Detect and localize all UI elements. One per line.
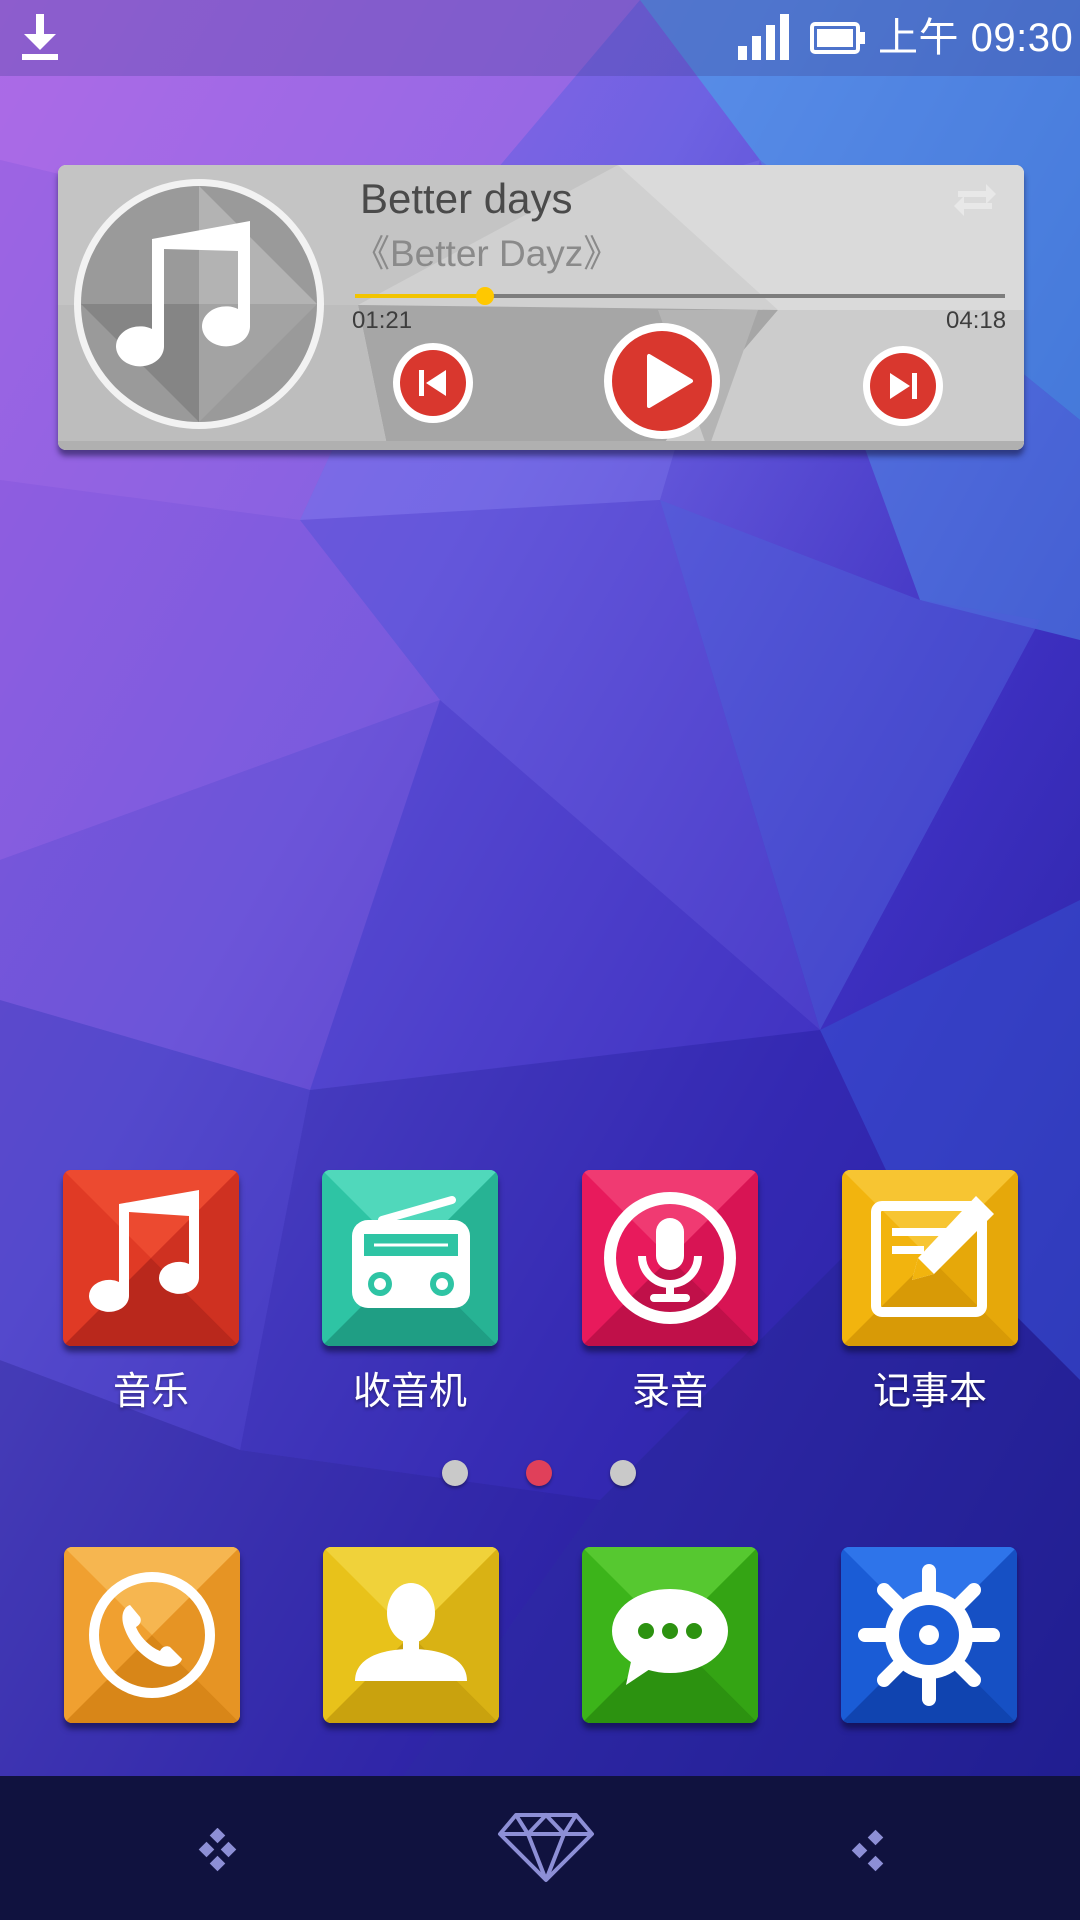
app-music[interactable]: 音乐 [63, 1170, 239, 1414]
app-music-tile[interactable] [63, 1170, 239, 1346]
app-notepad[interactable]: 记事本 [842, 1170, 1018, 1414]
skip-previous-button[interactable] [392, 342, 474, 424]
progress-thumb[interactable] [476, 287, 494, 305]
page-indicator [0, 1460, 1080, 1490]
status-clock: 上午 09:30 [878, 16, 1074, 60]
app-recorder-tile[interactable] [582, 1170, 758, 1346]
album-art [74, 179, 324, 429]
app-label: 记事本 [872, 1371, 987, 1413]
dock [0, 1547, 1080, 1727]
dock-messages[interactable] [582, 1547, 758, 1723]
back-dots-icon[interactable] [848, 1828, 892, 1872]
dock-settings-tile[interactable] [841, 1547, 1017, 1723]
music-player-widget[interactable]: Better days 《Better Dayz》 01:21 04:18 [58, 165, 1024, 450]
dock-contacts[interactable] [323, 1547, 499, 1723]
navigation-bar [0, 1776, 1080, 1920]
dock-messages-tile[interactable] [582, 1547, 758, 1723]
progress-bar[interactable] [355, 287, 1005, 305]
total-time: 04:18 [946, 307, 1007, 334]
page-dot[interactable] [610, 1460, 636, 1486]
app-notepad-tile[interactable] [842, 1170, 1018, 1346]
battery-icon [810, 22, 865, 54]
skip-next-button[interactable] [862, 345, 944, 427]
album-name: 《Better Dayz》 [353, 233, 621, 274]
download-icon [22, 14, 58, 60]
dock-phone[interactable] [64, 1547, 240, 1723]
app-radio[interactable]: 收音机 [322, 1170, 498, 1414]
app-label: 录音 [631, 1371, 708, 1413]
play-button[interactable] [603, 322, 721, 440]
status-bar: 上午 09:30 [0, 0, 1080, 76]
diamond-home-icon[interactable] [496, 1812, 596, 1884]
signal-strength-icon [738, 14, 789, 60]
page-dot-active[interactable] [526, 1460, 552, 1486]
elapsed-time: 01:21 [352, 307, 413, 334]
app-label: 音乐 [112, 1371, 189, 1413]
menu-dots-icon[interactable] [196, 1828, 240, 1872]
song-title: Better days [360, 175, 573, 222]
progress-fill [355, 294, 485, 298]
app-label: 收音机 [352, 1371, 467, 1413]
app-recorder[interactable]: 录音 [582, 1170, 758, 1414]
dock-settings[interactable] [841, 1547, 1017, 1723]
repeat-icon[interactable] [950, 175, 1000, 225]
app-radio-tile[interactable] [322, 1170, 498, 1346]
dock-phone-tile[interactable] [64, 1547, 240, 1723]
dock-contacts-tile[interactable] [323, 1547, 499, 1723]
page-dot[interactable] [442, 1460, 468, 1486]
